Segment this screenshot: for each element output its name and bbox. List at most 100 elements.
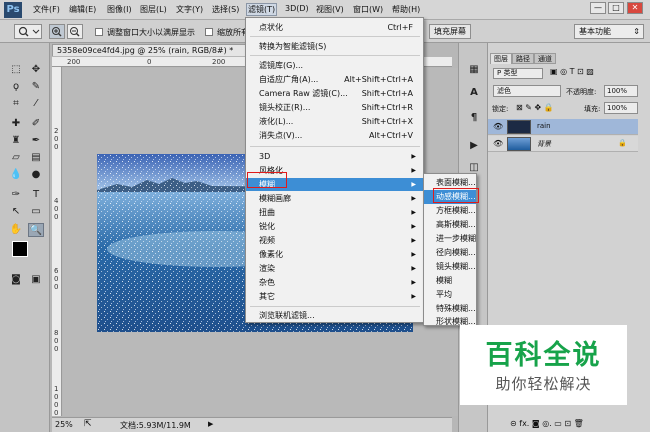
eraser-tool-icon[interactable]: ▱ — [8, 151, 24, 165]
menu-item-average[interactable]: 平均 — [424, 288, 476, 302]
healing-brush-tool-icon[interactable]: ✚ — [8, 117, 24, 131]
menu-item-distort[interactable]: 扭曲 ▶ — [246, 206, 423, 219]
menu-layer[interactable]: 图层(L) — [140, 4, 167, 15]
menu-item-blur-simple[interactable]: 模糊 — [424, 274, 476, 288]
rectangle-tool-icon[interactable]: ▭ — [28, 205, 44, 219]
fill-label: 填充: — [584, 105, 601, 113]
menu-item-smart-blur[interactable]: 特殊模糊... — [424, 302, 476, 316]
menu-item-other[interactable]: 其它 ▶ — [246, 290, 423, 303]
status-menu-arrow-icon[interactable]: ▶ — [208, 420, 213, 428]
menu-item-sharpen[interactable]: 锐化 ▶ — [246, 220, 423, 233]
watermark-subtitle: 助你轻松解决 — [495, 375, 592, 393]
layer-name[interactable]: rain — [537, 122, 551, 130]
menu-filter[interactable]: 滤镜(T) — [246, 3, 278, 16]
layer-row-rain[interactable]: 👁 rain — [488, 119, 638, 135]
lasso-tool-icon[interactable]: ϙ — [8, 80, 24, 94]
dodge-tool-icon[interactable]: ● — [28, 168, 44, 182]
quick-select-tool-icon[interactable]: ✎ — [28, 80, 44, 94]
menu-image[interactable]: 图像(I) — [107, 4, 132, 15]
zoom-in-button[interactable] — [49, 24, 65, 39]
zoom-out-icon — [70, 27, 80, 37]
document-info: 文档:5.93M/11.9M — [120, 421, 191, 430]
menu-3d[interactable]: 3D(D) — [285, 4, 309, 13]
menu-item-radial-blur[interactable]: 径向模糊... — [424, 246, 476, 260]
menu-help[interactable]: 帮助(H) — [392, 4, 420, 15]
eye-icon[interactable]: 👁 — [493, 139, 503, 148]
menu-edit[interactable]: 编辑(E) — [69, 4, 96, 15]
menu-item-lens-blur[interactable]: 镜头模糊... — [424, 260, 476, 274]
menu-item-render[interactable]: 渲染 ▶ — [246, 262, 423, 275]
zoom-level[interactable]: 25% — [55, 420, 73, 429]
blend-mode-select[interactable]: 滤色 — [493, 85, 561, 97]
type-tool-icon[interactable]: T — [28, 188, 44, 202]
layer-name[interactable]: 背景 — [537, 139, 551, 149]
menu-item-camera-raw[interactable]: Camera Raw 滤镜(C)... Shift+Ctrl+A — [246, 87, 423, 100]
history-panel-icon[interactable]: ▦ — [466, 63, 482, 77]
resize-windows-checkbox[interactable] — [95, 28, 103, 36]
layers-bottom-toolbar[interactable]: ⊝ fx. ◙ ◎. ▭ ⊡ 🗑 — [510, 419, 584, 428]
menu-item-blur-gallery[interactable]: 模糊画廊 ▶ — [246, 192, 423, 205]
tool-preset-picker[interactable] — [14, 24, 42, 39]
menu-item-convert-smart-filter[interactable]: 转换为智能滤镜(S) — [246, 40, 423, 53]
photoshop-logo-icon: Ps — [4, 2, 22, 18]
tab-channels[interactable]: 通道 — [534, 53, 556, 64]
menu-type[interactable]: 文字(Y) — [176, 4, 203, 15]
brush-tool-icon[interactable]: ✐ — [28, 117, 44, 131]
menu-select[interactable]: 选择(S) — [212, 4, 239, 15]
menu-item-lens-correction[interactable]: 镜头校正(R)... Shift+Ctrl+R — [246, 101, 423, 114]
lock-icons[interactable]: ⊠ ✎ ✥ 🔒 — [516, 103, 554, 112]
menu-item-last-filter[interactable]: 点状化 Ctrl+F — [246, 21, 423, 34]
highlight-box-blur — [247, 172, 287, 188]
menu-view[interactable]: 视图(V) — [316, 4, 344, 15]
share-icon[interactable]: ⇱ — [84, 419, 92, 429]
eyedropper-tool-icon[interactable]: ⁄ — [28, 97, 44, 111]
zoom-tool-icon[interactable]: 🔍 — [28, 223, 44, 237]
clone-stamp-tool-icon[interactable]: ♜ — [8, 134, 24, 148]
menu-item-filter-gallery[interactable]: 滤镜库(G)... — [246, 59, 423, 72]
document-tab[interactable]: 5358e09ce4fd4.jpg @ 25% (rain, RGB/8#) * — [52, 44, 247, 56]
foreground-color-swatch[interactable] — [12, 241, 28, 257]
blur-tool-icon[interactable]: 💧 — [8, 168, 24, 182]
menu-item-pixelate[interactable]: 像素化 ▶ — [246, 248, 423, 261]
workspace-switcher[interactable]: 基本功能 ⇕ — [574, 24, 644, 39]
menu-item-liquify[interactable]: 液化(L)... Shift+Ctrl+X — [246, 115, 423, 128]
history-brush-tool-icon[interactable]: ✒ — [28, 134, 44, 148]
menu-item-box-blur[interactable]: 方框模糊... — [424, 204, 476, 218]
eye-icon[interactable]: 👁 — [493, 122, 503, 131]
play-action-icon[interactable]: ▶ — [466, 139, 482, 153]
minimize-button[interactable]: — — [590, 2, 606, 14]
menu-item-noise[interactable]: 杂色 ▶ — [246, 276, 423, 289]
zoom-out-button[interactable] — [67, 24, 83, 39]
fill-input[interactable]: 100% — [604, 102, 638, 114]
quick-mask-icon[interactable]: ◙ — [8, 273, 24, 287]
character-panel-icon[interactable]: A — [466, 86, 482, 100]
menu-item-gaussian-blur[interactable]: 高斯模糊... — [424, 218, 476, 232]
layer-filter-kind[interactable]: P 类型 — [493, 68, 543, 79]
hand-tool-icon[interactable]: ✋ — [8, 223, 24, 237]
zoom-all-checkbox[interactable] — [205, 28, 213, 36]
move-tool-icon[interactable]: ✥ — [28, 63, 44, 77]
menu-item-3d[interactable]: 3D ▶ — [246, 150, 423, 163]
menu-item-browse-filters-online[interactable]: 浏览联机滤镜... — [246, 309, 423, 322]
menu-item-blur-more[interactable]: 进一步模糊 — [424, 232, 476, 246]
crop-tool-icon[interactable]: ⌗ — [8, 97, 24, 111]
path-select-tool-icon[interactable]: ↖ — [8, 205, 24, 219]
screen-mode-icon[interactable]: ▣ — [28, 273, 44, 287]
close-button[interactable]: ✕ — [627, 2, 643, 14]
layer-filter-icons[interactable]: ▣ ◎ T ⊡ ▨ — [550, 67, 594, 76]
layer-row-background[interactable]: 👁 背景 🔒 — [488, 136, 638, 152]
paragraph-panel-icon[interactable]: ¶ — [466, 111, 482, 125]
tab-layers[interactable]: 图层 — [490, 53, 512, 64]
menu-item-vanishing-point[interactable]: 消失点(V)... Alt+Ctrl+V — [246, 129, 423, 142]
fill-screen-button[interactable]: 填充屏幕 — [429, 24, 471, 39]
tab-paths[interactable]: 路径 — [512, 53, 534, 64]
maximize-button[interactable]: □ — [608, 2, 624, 14]
menu-file[interactable]: 文件(F) — [33, 4, 60, 15]
menu-window[interactable]: 窗口(W) — [353, 4, 383, 15]
gradient-tool-icon[interactable]: ▤ — [28, 151, 44, 165]
opacity-input[interactable]: 100% — [604, 85, 638, 97]
menu-item-video[interactable]: 视频 ▶ — [246, 234, 423, 247]
menu-item-adaptive-wide-angle[interactable]: 自适应广角(A)... Alt+Shift+Ctrl+A — [246, 73, 423, 86]
marquee-tool-icon[interactable]: ⬚ — [8, 63, 24, 77]
pen-tool-icon[interactable]: ✑ — [8, 188, 24, 202]
